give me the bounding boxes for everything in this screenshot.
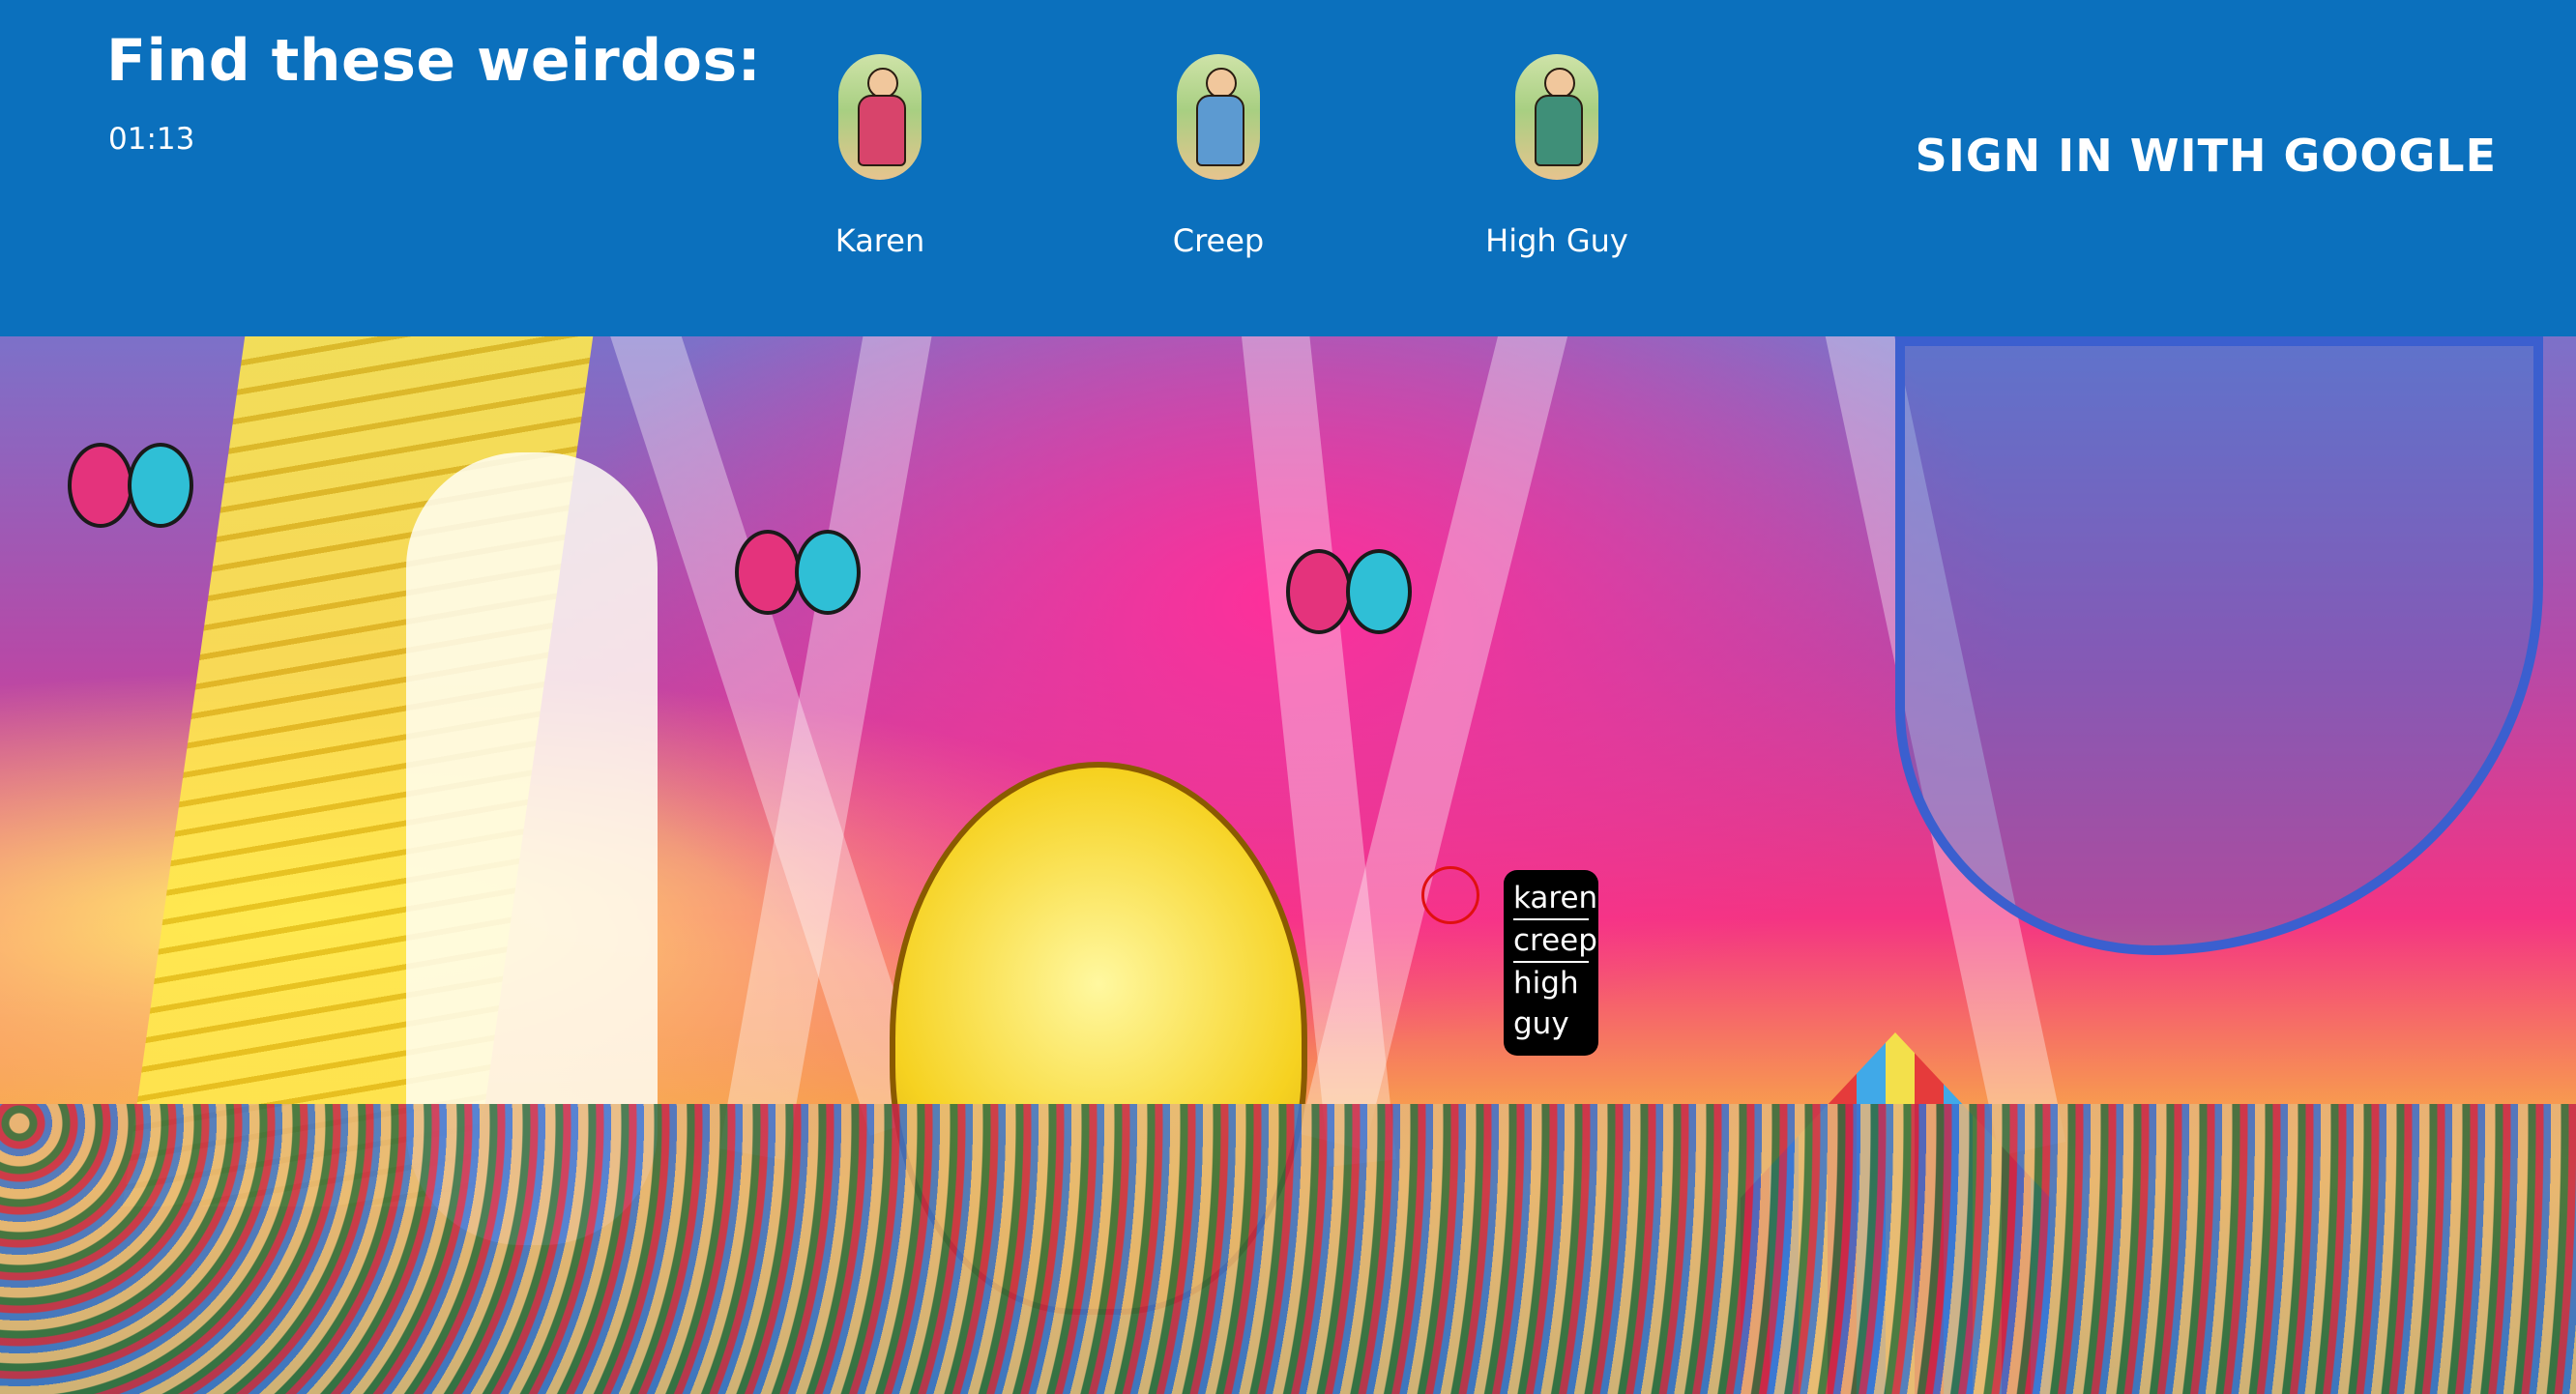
butterfly-icon bbox=[68, 433, 193, 549]
page-title: Find these weirdos: bbox=[106, 27, 762, 95]
butterfly-wing bbox=[735, 530, 801, 615]
high-guy-name: High Guy bbox=[1485, 222, 1628, 259]
butterfly-wing bbox=[1286, 549, 1352, 634]
creep-name: Creep bbox=[1172, 222, 1265, 259]
butterfly-wing bbox=[128, 443, 193, 528]
karen-name: Karen bbox=[834, 222, 925, 259]
karen-portrait bbox=[838, 54, 922, 180]
creep-portrait bbox=[1177, 54, 1260, 180]
game-timer: 01:13 bbox=[108, 122, 195, 157]
sign-in-with-google-button[interactable]: SIGN IN WITH GOOGLE bbox=[1916, 130, 2497, 182]
dropdown-option-creep[interactable]: creep bbox=[1513, 920, 1597, 963]
character-card-high-guy: High Guy bbox=[1441, 54, 1673, 259]
high-guy-portrait-body bbox=[1535, 95, 1583, 166]
dropdown-option-high-guy[interactable]: high guy bbox=[1513, 963, 1589, 1044]
butterfly-wing bbox=[795, 530, 861, 615]
high-guy-portrait bbox=[1515, 54, 1598, 180]
dropdown-option-karen[interactable]: karen bbox=[1513, 878, 1597, 920]
karen-portrait-body bbox=[858, 95, 906, 166]
target-selection-circle bbox=[1421, 866, 1479, 924]
festival-crowd bbox=[0, 1104, 2576, 1394]
butterfly-icon bbox=[1286, 539, 1412, 655]
character-card-karen: Karen bbox=[764, 54, 996, 259]
search-scene-image[interactable] bbox=[0, 336, 2576, 1394]
butterfly-wing bbox=[1346, 549, 1412, 634]
character-select-dropdown[interactable]: karen creep high guy bbox=[1504, 870, 1598, 1056]
butterfly-wing bbox=[68, 443, 133, 528]
creep-portrait-body bbox=[1196, 95, 1244, 166]
butterfly-icon bbox=[735, 520, 861, 636]
crane-structure bbox=[1895, 336, 2543, 955]
character-card-creep: Creep bbox=[1102, 54, 1334, 259]
header-bar: Find these weirdos: 01:13 Karen Creep Hi… bbox=[0, 0, 2576, 336]
